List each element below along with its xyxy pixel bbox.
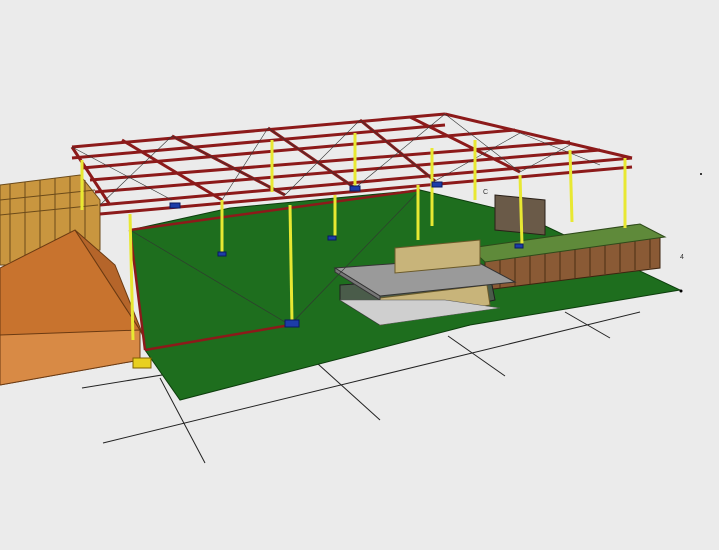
axis-point-top (700, 173, 702, 175)
3d-model-viewport[interactable]: C 4 (0, 0, 719, 550)
yellow-marker (132, 357, 152, 369)
view-label-4: 4 (680, 254, 684, 261)
view-label-c: C (483, 189, 488, 196)
axis-point (679, 289, 683, 293)
